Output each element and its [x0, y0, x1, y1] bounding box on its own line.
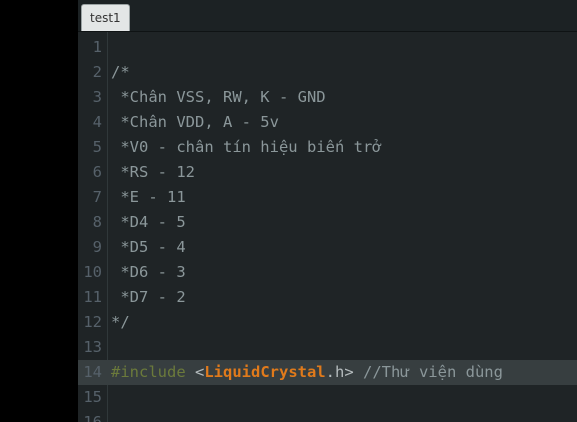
line-code: *V0 - chân tín hiệu biến trở — [111, 138, 382, 156]
line-code: *D7 - 2 — [111, 288, 186, 306]
code-line[interactable]: 16 — [78, 410, 577, 422]
line-number: 1 — [92, 38, 102, 56]
line-code: *Chân VSS, RW, K - GND — [111, 88, 326, 106]
code-line[interactable]: 10 *D6 - 3 — [78, 260, 577, 285]
preprocessor-directive: #include — [111, 363, 186, 381]
line-code: *RS - 12 — [111, 163, 195, 181]
code-line[interactable]: 3 *Chân VSS, RW, K - GND — [78, 85, 577, 110]
line-code: *D6 - 3 — [111, 263, 186, 281]
line-code: /* — [111, 63, 130, 81]
line-number: 9 — [92, 238, 102, 256]
code-line[interactable]: 8 *D4 - 5 — [78, 210, 577, 235]
line-code: */ — [111, 313, 130, 331]
line-number: 10 — [83, 263, 102, 281]
code-line[interactable]: 11 *D7 - 2 — [78, 285, 577, 310]
code-line[interactable]: 1 — [78, 35, 577, 60]
line-code: *Chân VDD, A - 5v — [111, 113, 279, 131]
line-number: 11 — [83, 288, 102, 306]
line-number: 14 — [83, 363, 102, 381]
left-black-strip — [0, 0, 78, 422]
include-bracket-close: .h> — [325, 363, 354, 381]
line-number: 2 — [92, 63, 102, 81]
line-number: 16 — [83, 413, 102, 422]
include-bracket-open: < — [185, 363, 205, 381]
code-line[interactable]: 14 #include <LiquidCrystal.h> //Thư viện … — [78, 360, 577, 385]
tab-bar: test1 — [78, 0, 577, 32]
line-number: 4 — [92, 113, 102, 131]
line-number: 7 — [92, 188, 102, 206]
tab-test1[interactable]: test1 — [81, 4, 130, 31]
code-line[interactable]: 13 — [78, 335, 577, 360]
line-number: 3 — [92, 88, 102, 106]
code-line[interactable]: 4 *Chân VDD, A - 5v — [78, 110, 577, 135]
line-number: 8 — [92, 213, 102, 231]
code-line[interactable]: 12 */ — [78, 310, 577, 335]
line-code: *E - 11 — [111, 188, 186, 206]
line-number: 12 — [83, 313, 102, 331]
line-number: 15 — [83, 388, 102, 406]
inline-comment: //Thư viện dùng — [353, 363, 503, 381]
line-code: *D5 - 4 — [111, 238, 186, 256]
code-line[interactable]: 6 *RS - 12 — [78, 160, 577, 185]
line-number: 5 — [92, 138, 102, 156]
line-code: *D4 - 5 — [111, 213, 186, 231]
code-line[interactable]: 9 *D5 - 4 — [78, 235, 577, 260]
code-line[interactable]: 5 *V0 - chân tín hiệu biến trở — [78, 135, 577, 160]
line-code: #include <LiquidCrystal.h> //Thư viện dù… — [111, 360, 503, 385]
code-line[interactable]: 2 /* — [78, 60, 577, 85]
code-line[interactable]: 7 *E - 11 — [78, 185, 577, 210]
line-number: 6 — [92, 163, 102, 181]
code-editor[interactable]: 1 2/* 3 *Chân VSS, RW, K - GND 4 *Chân VDD,… — [78, 32, 577, 422]
line-number: 13 — [83, 338, 102, 356]
code-line[interactable]: 15 — [78, 385, 577, 410]
library-class-name: LiquidCrystal — [204, 363, 326, 381]
